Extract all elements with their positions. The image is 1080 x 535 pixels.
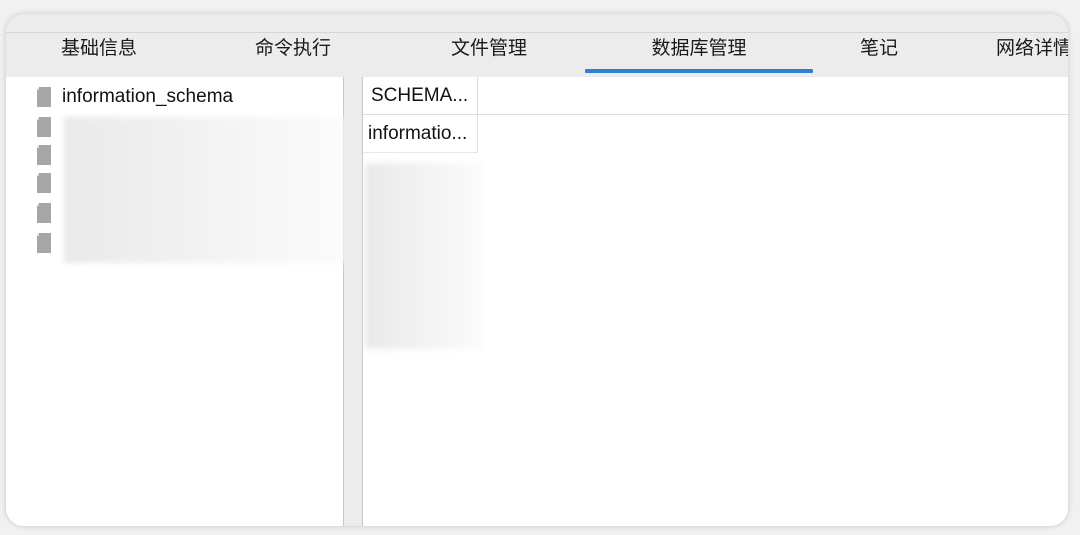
tab-network-details[interactable]: 网络详情 [996,33,1068,73]
database-file-icon [37,145,51,165]
active-tab-indicator [585,69,813,73]
app-window: 基础信息 命令执行 文件管理 数据库管理 笔记 网络详情 information… [6,14,1068,526]
screenshot-frame: 基础信息 命令执行 文件管理 数据库管理 笔记 网络详情 information… [0,0,1080,535]
database-file-icon [37,203,51,223]
content-area: information_schema SCHEMA... informatio.… [6,75,1068,526]
database-file-icon [37,233,51,253]
tab-bar: 基础信息 命令执行 文件管理 数据库管理 笔记 网络详情 [6,32,1068,76]
tree-item-redacted[interactable] [36,141,62,169]
tab-basic-info[interactable]: 基础信息 [54,33,144,73]
tab-notes[interactable]: 笔记 [854,33,904,73]
database-file-icon [37,173,51,193]
tree-item-redacted[interactable] [36,169,62,197]
database-file-icon [37,87,51,107]
redacted-tree-labels [64,117,344,263]
tab-label: 命令执行 [254,37,331,59]
pane-splitter[interactable] [344,77,363,526]
tab-label: 数据库管理 [651,37,747,59]
redacted-grid-rows [365,163,483,349]
database-tree[interactable]: information_schema [6,77,344,526]
tree-item-redacted[interactable] [36,229,62,257]
tree-item-information-schema[interactable]: information_schema [36,83,233,111]
tab-command-exec[interactable]: 命令执行 [248,33,338,73]
tab-label: 网络详情 [996,37,1068,59]
tree-item-label: information_schema [62,86,234,107]
column-header-schema[interactable]: SCHEMA... [363,77,478,114]
tree-item-redacted[interactable] [36,199,62,227]
grid-cell[interactable]: informatio... [363,115,478,153]
results-grid[interactable]: SCHEMA... informatio... [363,77,1068,526]
tab-label: 文件管理 [450,37,527,59]
database-file-icon [37,117,51,137]
tab-label: 基础信息 [60,37,137,59]
tree-item-redacted[interactable] [36,113,62,141]
tab-file-manager[interactable]: 文件管理 [444,33,534,73]
tab-label: 笔记 [859,37,898,59]
grid-header-row: SCHEMA... [363,77,1068,115]
tab-database-manager[interactable]: 数据库管理 [585,33,813,73]
